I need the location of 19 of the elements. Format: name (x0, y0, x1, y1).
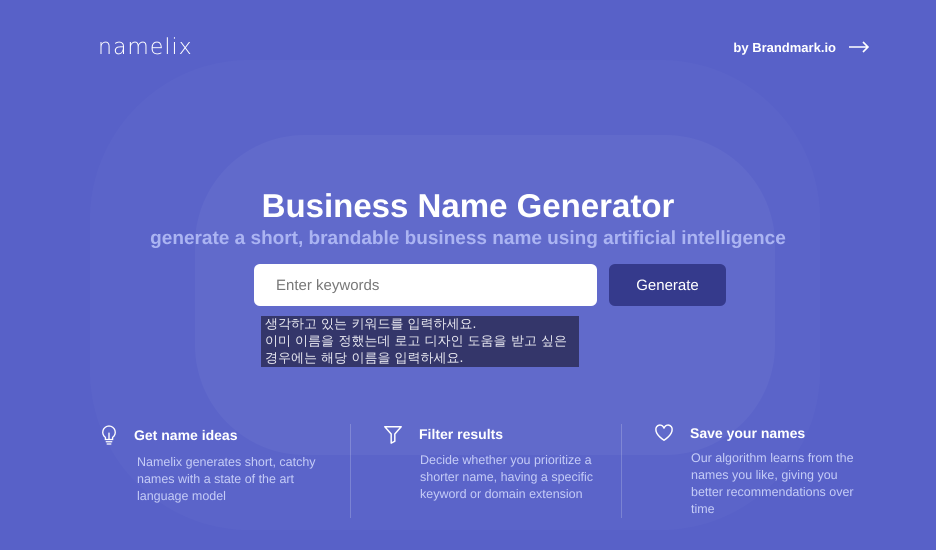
keywords-input[interactable]: Enter keywords (254, 264, 597, 306)
heart-icon (654, 424, 674, 442)
brandmark-link[interactable]: by Brandmark.io (733, 40, 870, 54)
feature-description: Our algorithm learns from the names you like, giving you better recommendations over time (691, 450, 855, 518)
feature-description: Namelix generates short, catchy names with a state of the art language model (137, 454, 317, 505)
feature-description: Decide whether you prioritize a shorter name, having a specific keyword or domain extension (420, 452, 594, 503)
feature-title: Get name ideas (134, 427, 238, 443)
subtitle: generate a short, brandable business name using artificial intelligence (150, 228, 786, 250)
feature-title: Filter results (419, 426, 504, 442)
arrow-right-icon (848, 41, 870, 53)
logo[interactable]: namelix (98, 34, 193, 60)
page-title: Business Name Generator (262, 186, 674, 226)
feature-title: Save your names (690, 425, 806, 441)
tooltip-text: 경우에는 해당 이름을 입력하세요. (265, 350, 465, 367)
filter-icon (383, 424, 403, 444)
generate-button[interactable]: Generate (609, 264, 726, 306)
lightbulb-icon (100, 424, 118, 446)
tooltip-text: 이미 이름을 정했는데 로고 디자인 도움을 받고 싶은 (265, 333, 568, 350)
tooltip-text: 생각하고 있는 키워드를 입력하세요. (265, 316, 478, 333)
